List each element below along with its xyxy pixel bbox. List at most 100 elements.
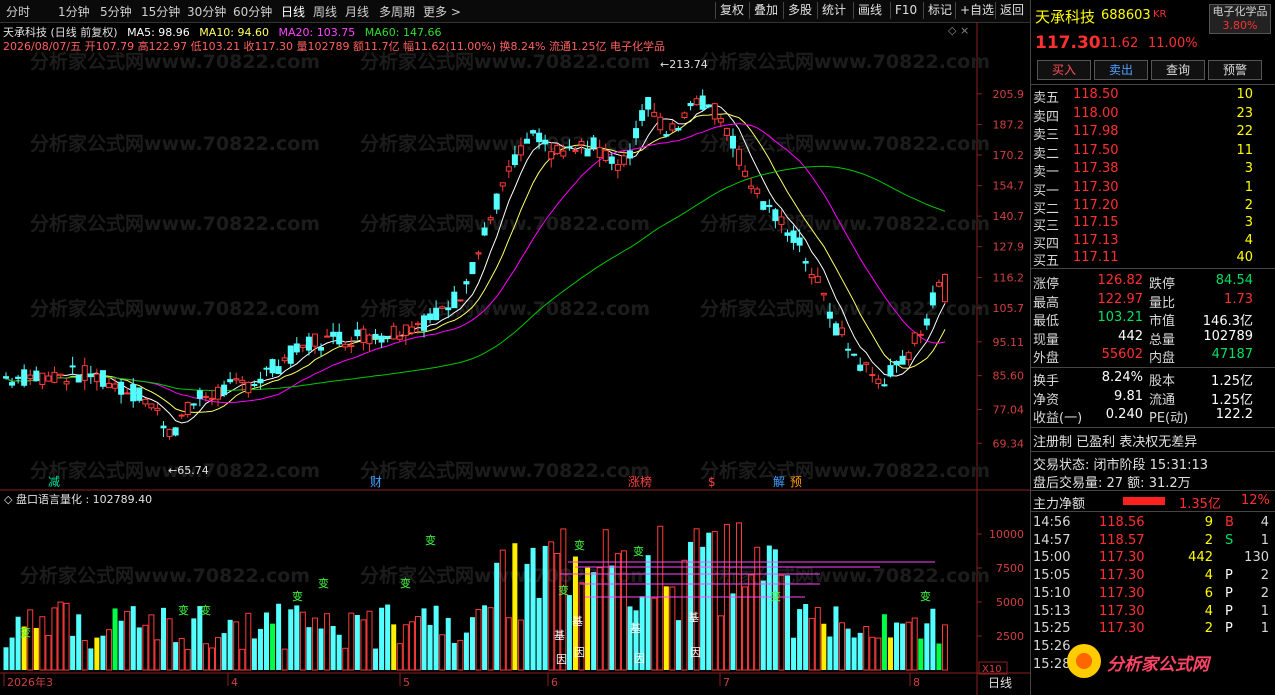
period-tab-multi[interactable]: 多周期 bbox=[379, 3, 415, 20]
period-tab-daily[interactable]: 日线 bbox=[281, 3, 305, 20]
bid-row[interactable]: 买一 117.30 1 bbox=[1033, 180, 1271, 199]
volume-bar bbox=[482, 605, 488, 670]
volume-bar bbox=[512, 543, 518, 670]
volume-bar bbox=[869, 636, 876, 671]
buy-button[interactable]: 买入 bbox=[1037, 60, 1091, 80]
volume-bar bbox=[803, 604, 809, 670]
volume-bar bbox=[451, 642, 457, 670]
candle-body bbox=[935, 281, 942, 287]
fin-row: 净资 9.81 流通 1.25亿 bbox=[1033, 389, 1271, 408]
query-button[interactable]: 查询 bbox=[1151, 60, 1205, 80]
tick-row: 14:56 118.56 9 B 4 bbox=[1033, 515, 1271, 533]
adjust-button[interactable]: 复权 bbox=[715, 2, 748, 19]
candle-body bbox=[130, 384, 137, 402]
volume-bar bbox=[239, 648, 246, 671]
volume-bar bbox=[851, 637, 857, 670]
candle-body bbox=[21, 369, 28, 386]
kline-chart-area[interactable]: 分析家公式网www.70822.com 分析家公式网www.70822.com 分析… bbox=[0, 22, 1030, 695]
candle-body bbox=[136, 387, 143, 401]
candle-body bbox=[263, 367, 270, 370]
f10-button[interactable]: F10 bbox=[890, 2, 921, 19]
period-tab-30min[interactable]: 30分钟 bbox=[187, 3, 226, 20]
candle-body bbox=[669, 123, 676, 131]
tick-time: 15:00 bbox=[1033, 550, 1071, 566]
candle-body bbox=[269, 359, 276, 374]
candle-body bbox=[275, 366, 282, 375]
tick-side: P bbox=[1225, 568, 1233, 584]
price-axis-label: 85.60 bbox=[993, 370, 1025, 383]
candle-body bbox=[832, 323, 839, 336]
candle-body bbox=[63, 380, 70, 385]
alert-button[interactable]: 预警 bbox=[1208, 60, 1262, 80]
candle-body bbox=[439, 306, 446, 309]
volume-bar bbox=[536, 597, 542, 670]
candle-body bbox=[705, 104, 712, 108]
period-tab-more[interactable]: 更多 > bbox=[423, 3, 461, 20]
price-axis-label: 127.9 bbox=[993, 241, 1025, 254]
candle-body bbox=[736, 148, 743, 166]
volume-bar bbox=[475, 608, 482, 671]
stat-value: 55602 bbox=[1101, 347, 1143, 362]
volume-bar bbox=[505, 617, 512, 671]
volume-bar bbox=[294, 605, 300, 670]
candle-body bbox=[396, 335, 403, 340]
volume-bar bbox=[173, 642, 179, 670]
candle-body bbox=[69, 365, 76, 368]
sector-box[interactable]: 电子化学品 3.80% bbox=[1209, 4, 1271, 34]
bid-row[interactable]: 买四 117.13 4 bbox=[1033, 233, 1271, 252]
period-tab-fenshi[interactable]: 分时 bbox=[6, 3, 30, 20]
volume-mark: 因 bbox=[634, 652, 645, 665]
ask-row[interactable]: 卖二 117.50 11 bbox=[1033, 143, 1271, 162]
candle-body bbox=[281, 357, 288, 362]
chart-canvas[interactable]: 分析家公式网www.70822.com 分析家公式网www.70822.com 分析… bbox=[0, 22, 1030, 695]
period-tab-weekly[interactable]: 周线 bbox=[313, 3, 337, 20]
mark-button[interactable]: 标记 bbox=[923, 2, 956, 19]
draw-line-button[interactable]: 画线 bbox=[853, 2, 886, 19]
fin-row: 换手 8.24% 股本 1.25亿 bbox=[1033, 370, 1271, 389]
candle-body bbox=[45, 375, 52, 382]
period-tab-15min[interactable]: 15分钟 bbox=[141, 3, 180, 20]
multi-stock-button[interactable]: 多股 bbox=[783, 2, 816, 19]
period-tab-1min[interactable]: 1分钟 bbox=[58, 3, 90, 20]
back-button[interactable]: 返回 bbox=[995, 2, 1028, 19]
volume-bar bbox=[675, 620, 681, 670]
candle-body bbox=[808, 274, 815, 279]
period-tab-monthly[interactable]: 月线 bbox=[345, 3, 369, 20]
tick-price: 117.30 bbox=[1099, 550, 1145, 566]
price-axis-label: 170.2 bbox=[993, 149, 1025, 162]
candle-body bbox=[348, 344, 355, 348]
candle-body bbox=[469, 262, 476, 275]
tick-row: 15:13 117.30 4 P 1 bbox=[1033, 604, 1271, 622]
close-icon[interactable]: ◇ × bbox=[948, 24, 969, 37]
sell-button[interactable]: 卖出 bbox=[1094, 60, 1148, 80]
bid-row[interactable]: 买五 117.11 40 bbox=[1033, 250, 1271, 269]
volume-bar bbox=[657, 525, 664, 671]
ask-row[interactable]: 卖三 117.98 22 bbox=[1033, 124, 1271, 143]
price-axis-label: 154.7 bbox=[993, 180, 1025, 193]
candle-body bbox=[93, 373, 100, 383]
overlay-button[interactable]: 叠加 bbox=[749, 2, 782, 19]
period-tab-5min[interactable]: 5分钟 bbox=[100, 3, 132, 20]
volume-bar bbox=[821, 623, 827, 670]
bid-row[interactable]: 买二 117.20 2 bbox=[1033, 198, 1271, 217]
period-toolbar: 分时 1分钟 5分钟 15分钟 30分钟 60分钟 日线 周线 月线 多周期 更… bbox=[0, 0, 1030, 23]
bid-row[interactable]: 买三 117.15 3 bbox=[1033, 215, 1271, 234]
price-pct: 11.00% bbox=[1148, 36, 1198, 51]
tick-price: 118.56 bbox=[1099, 515, 1145, 530]
ask-row[interactable]: 卖五 118.50 10 bbox=[1033, 87, 1271, 106]
add-favorite-button[interactable]: +自选 bbox=[955, 2, 998, 19]
candle-body bbox=[154, 407, 161, 411]
candle-body bbox=[911, 332, 918, 344]
tick-price: 117.30 bbox=[1099, 568, 1145, 584]
period-tab-60min[interactable]: 60分钟 bbox=[233, 3, 272, 20]
candle-body bbox=[693, 98, 700, 106]
candle-body bbox=[893, 361, 900, 366]
volume-bar bbox=[233, 621, 240, 671]
ask-row[interactable]: 卖一 117.38 3 bbox=[1033, 161, 1271, 180]
tick-price: 117.30 bbox=[1099, 603, 1145, 619]
statistics-button[interactable]: 统计 bbox=[817, 2, 850, 19]
tick-volume: 9 bbox=[1204, 515, 1213, 530]
price-change: 11.62 bbox=[1101, 36, 1139, 51]
ask-row[interactable]: 卖四 118.00 23 bbox=[1033, 106, 1271, 125]
tick-time: 15:13 bbox=[1033, 603, 1071, 619]
